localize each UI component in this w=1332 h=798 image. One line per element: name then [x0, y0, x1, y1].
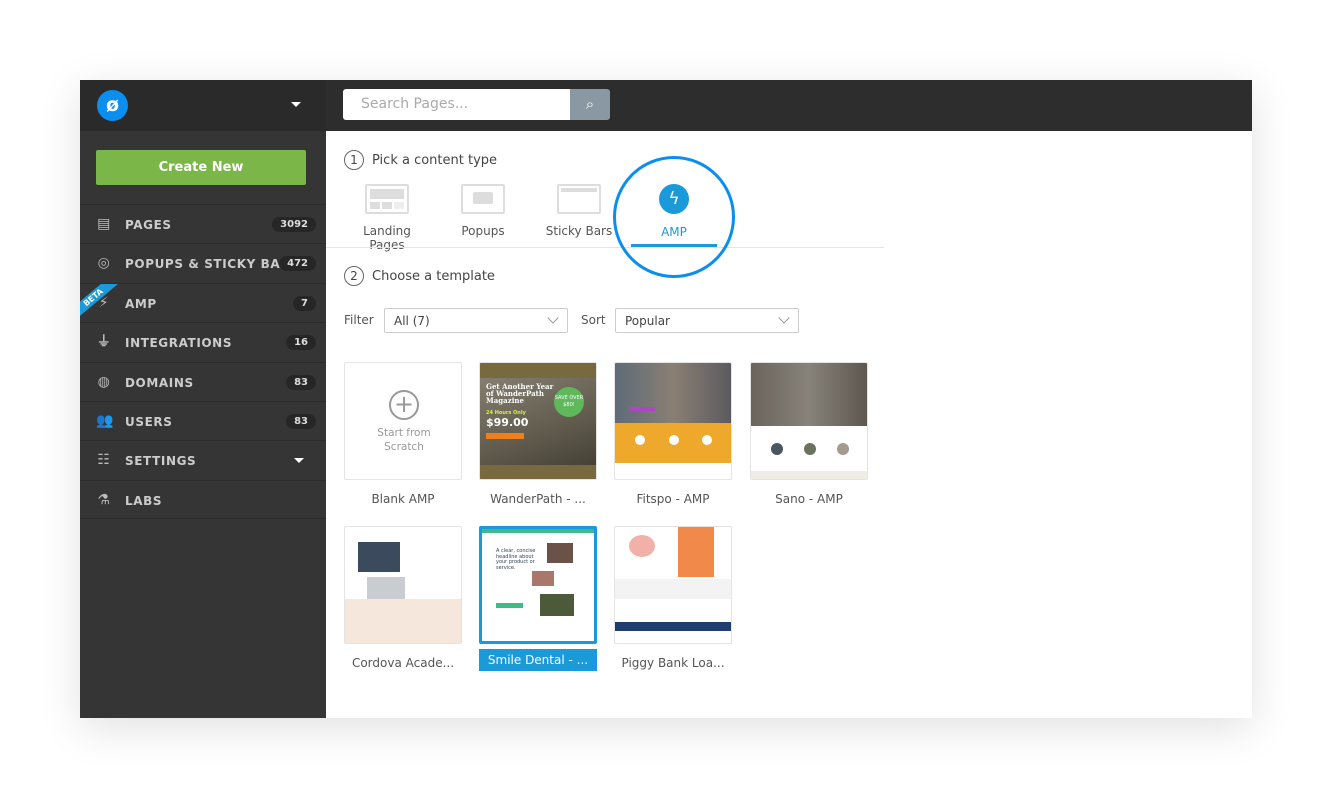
thumb-headline: Get Another Year of WanderPath Magazine	[486, 382, 554, 405]
flask-icon: ⚗	[97, 491, 111, 508]
main-content: 1 Pick a content type Landing Pages Popup…	[326, 131, 1252, 718]
label: PAGES	[125, 218, 172, 232]
template-card-blank-amp[interactable]: + Start from Scratch Blank AMP	[344, 362, 462, 510]
template-name: Blank AMP	[371, 492, 435, 506]
bolt-icon: ⚡	[98, 294, 110, 311]
sidebar-header: ø	[80, 80, 326, 131]
filter-value: All (7)	[394, 314, 430, 328]
sidebar-item-amp[interactable]: BETA ⚡ AMP 7	[80, 282, 326, 322]
tab-label: Sticky Bars	[545, 224, 613, 238]
template-card-piggy-bank[interactable]: Piggy Bank Loa...	[614, 526, 732, 674]
sidebar: ø Create New ▤ PAGES 3092 ◎ POPUPS & STICKY…	[80, 80, 326, 718]
template-card-smile-dental[interactable]: A clear, concise headline about your pro…	[479, 526, 597, 671]
template-name: Sano - AMP	[775, 492, 843, 506]
sidebar-item-domains[interactable]: ◍ DOMAINS 83	[80, 361, 326, 401]
template-thumbnail	[750, 362, 868, 480]
tab-sticky-bars[interactable]: Sticky Bars	[544, 184, 614, 238]
plug-icon: ⏚	[96, 334, 112, 351]
create-new-button[interactable]: Create New	[96, 150, 306, 185]
sidebar-item-pages[interactable]: ▤ PAGES 3092	[80, 204, 326, 243]
sidebar-item-integrations[interactable]: ⏚ INTEGRATIONS 16	[80, 322, 326, 361]
sidebar-item-settings[interactable]: ☷ SETTINGS	[80, 440, 326, 479]
step-2-heading: 2 Choose a template	[344, 266, 495, 286]
label: LABS	[125, 493, 163, 508]
count-badge: 83	[286, 374, 316, 390]
template-thumbnail: Get Another Year of WanderPath Magazine …	[479, 362, 597, 480]
users-icon: 👥	[96, 412, 115, 429]
chevron-down-icon	[778, 312, 790, 324]
template-name: Fitspo - AMP	[636, 492, 710, 506]
tab-popups[interactable]: Popups	[454, 184, 512, 238]
sticky-bars-icon	[557, 184, 601, 214]
unbounce-logo[interactable]: ø	[97, 90, 128, 121]
chevron-down-icon	[547, 312, 559, 324]
app-window: ø Create New ▤ PAGES 3092 ◎ POPUPS & STICKY…	[80, 80, 1252, 718]
step-number: 2	[344, 266, 364, 286]
search-icon: ⌕	[585, 95, 595, 113]
count-badge: 83	[286, 413, 316, 429]
start-from-scratch-text: Start from Scratch	[377, 427, 431, 453]
search-button[interactable]: ⌕	[570, 89, 610, 120]
tab-label: Popups	[461, 224, 505, 238]
top-bar: Search Pages... ⌕	[326, 80, 1252, 131]
popups-icon	[461, 184, 505, 214]
template-name: WanderPath - ...	[490, 492, 586, 506]
label: POPUPS & STICKY BARS	[125, 257, 300, 272]
sidebar-nav: ▤ PAGES 3092 ◎ POPUPS & STICKY BARS 472 BETA…	[80, 204, 326, 520]
search-input[interactable]: Search Pages...	[343, 89, 570, 120]
sort-value: Popular	[625, 314, 670, 328]
label: USERS	[125, 414, 173, 429]
count-badge: 16	[286, 335, 316, 351]
tab-landing-pages[interactable]: Landing Pages	[344, 184, 430, 252]
step-number: 1	[344, 150, 364, 170]
thumb-price: $99.00	[486, 416, 529, 429]
divider	[326, 247, 884, 248]
template-thumbnail	[344, 526, 462, 644]
sliders-icon: ☷	[97, 452, 111, 469]
sort-select[interactable]: Popular	[615, 308, 799, 333]
template-name: Smile Dental - ...	[479, 649, 597, 671]
target-icon: ◎	[97, 255, 111, 272]
filter-select[interactable]: All (7)	[384, 308, 568, 333]
thumb-headline: A clear, concise headline about your pro…	[496, 548, 536, 571]
filter-label: Filter	[344, 313, 374, 327]
sidebar-item-popups[interactable]: ◎ POPUPS & STICKY BARS 472	[80, 243, 326, 282]
label: INTEGRATIONS	[125, 336, 233, 351]
plus-icon: +	[389, 390, 419, 420]
label: DOMAINS	[125, 375, 194, 390]
highlight-circle	[613, 156, 735, 278]
label: AMP	[125, 296, 157, 311]
template-thumbnail: + Start from Scratch	[344, 362, 462, 480]
template-card-fitspo[interactable]: Fitspo - AMP	[614, 362, 732, 510]
template-thumbnail	[614, 526, 732, 644]
thumb-badge: SAVE OVER $80!	[554, 387, 584, 417]
count-badge: 3092	[272, 217, 316, 232]
globe-icon: ◍	[97, 373, 111, 390]
step-1-heading: 1 Pick a content type	[344, 150, 497, 170]
template-card-wanderpath[interactable]: Get Another Year of WanderPath Magazine …	[479, 362, 597, 510]
sort-label: Sort	[581, 313, 606, 327]
step-title: Pick a content type	[372, 153, 498, 168]
template-name: Piggy Bank Loa...	[621, 656, 725, 670]
template-thumbnail: A clear, concise headline about your pro…	[479, 526, 597, 644]
account-dropdown-icon[interactable]	[291, 102, 301, 107]
chevron-down-icon	[294, 458, 304, 464]
template-thumbnail	[614, 362, 732, 480]
template-card-sano[interactable]: Sano - AMP	[750, 362, 868, 510]
landing-pages-icon	[365, 184, 409, 214]
template-name: Cordova Acade...	[351, 656, 455, 670]
step-title: Choose a template	[372, 269, 495, 284]
count-badge: 7	[293, 295, 316, 311]
count-badge: 472	[279, 256, 316, 272]
sidebar-item-users[interactable]: 👥 USERS 83	[80, 400, 326, 440]
sidebar-item-labs[interactable]: ⚗ LABS	[80, 479, 326, 520]
template-card-cordova[interactable]: Cordova Acade...	[344, 526, 462, 674]
pages-icon: ▤	[97, 216, 111, 232]
label: SETTINGS	[125, 454, 197, 469]
